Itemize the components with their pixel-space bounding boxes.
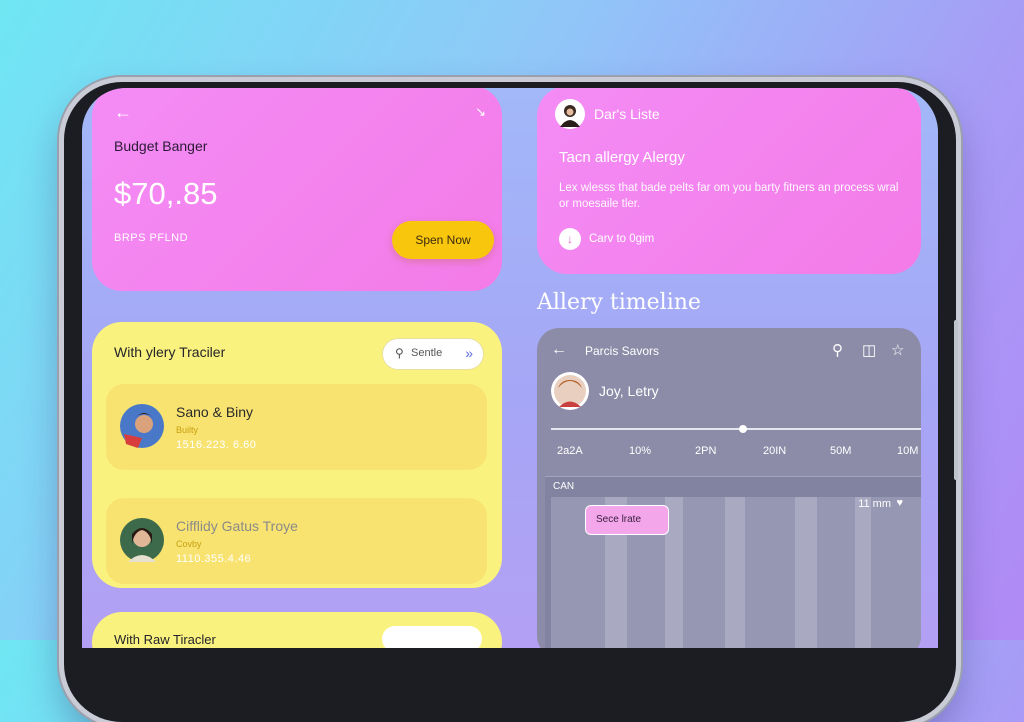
grid-label: CAN <box>553 481 575 492</box>
avatar <box>555 99 585 134</box>
allergy-card-name: Dar's Liste <box>594 106 660 122</box>
timeline-tick: 10% <box>629 445 652 457</box>
entry-name: Sano & Biny <box>176 404 254 420</box>
person-icon: ⚲ <box>395 346 404 360</box>
list-item[interactable]: Sano & Biny Builty 1516.223. 6.60 <box>106 384 487 470</box>
avatar <box>120 404 164 453</box>
chevron-right-icon: » <box>465 345 473 361</box>
download-icon[interactable]: ↓ <box>559 228 581 250</box>
entry-amount: 1110.355.4.46 <box>176 553 252 565</box>
timeline-panel: ← Parcis Savors ⚲ ◫ ☆ Joy, Letry 2a2A 10… <box>537 328 921 648</box>
settle-label: Sentle <box>411 347 443 359</box>
grid-unit: 11 mm <box>858 498 891 510</box>
book-icon[interactable]: ◫ <box>862 341 876 359</box>
timeline-tick: 10M <box>897 445 919 457</box>
timeline-slider-handle[interactable] <box>739 425 748 433</box>
timeline-tick: 50M <box>830 445 852 457</box>
timeline-track[interactable] <box>551 428 921 430</box>
budget-card: ← ↘ Budget Banger $70,.85 BRPS PFLND Spe… <box>92 88 502 291</box>
budget-title: Budget Banger <box>114 138 208 154</box>
budget-amount: $70,.85 <box>114 176 218 211</box>
tracker-card-2: With Raw Tiracler <box>92 612 502 648</box>
star-icon[interactable]: ☆ <box>891 341 904 359</box>
search-icon[interactable]: ⚲ <box>832 341 843 359</box>
event-bubble[interactable]: Sece lrate <box>585 505 669 535</box>
avatar <box>551 372 589 415</box>
bubble-label: Sece lrate <box>596 514 642 525</box>
tracker2-button[interactable] <box>382 626 482 648</box>
arrow-left-icon[interactable]: ← <box>114 102 132 123</box>
allergy-heading: Tacn allergy Alergy <box>559 149 685 166</box>
allergy-body: Lex wlesss that bade pelts far om you ba… <box>559 182 899 210</box>
chevron-down-icon[interactable]: ↘ <box>475 104 486 120</box>
grid-column <box>725 497 745 648</box>
allergy-link[interactable]: Carv to 0gim <box>589 233 654 245</box>
settle-button[interactable]: ⚲ Sentle » <box>382 338 484 370</box>
app-screen: ← ↘ Budget Banger $70,.85 BRPS PFLND Spe… <box>82 88 938 648</box>
spend-now-button[interactable]: Spen Now <box>392 221 494 259</box>
timeline-tick: 2PN <box>695 445 717 457</box>
timeline-user: Joy, Letry <box>599 383 659 399</box>
entry-name: Cifflidy Gatus Troye <box>176 518 298 534</box>
list-item[interactable]: Cifflidy Gatus Troye Covby 1110.355.4.46 <box>106 498 487 584</box>
entry-tag: Covby <box>176 539 202 549</box>
heart-icon[interactable]: ♥ <box>896 497 903 509</box>
timeline-tick: 2a2A <box>557 445 583 457</box>
entry-tag: Builty <box>176 425 199 435</box>
grid-column <box>855 497 871 648</box>
section-title: Allery timeline <box>537 290 701 315</box>
tracker-card: With ylery Traciler ⚲ Sentle » Sano & Bi… <box>92 322 502 588</box>
allergy-card: Dar's Liste Tacn allergy Alergy Lex wles… <box>537 88 921 274</box>
timeline-grid: CAN 11 mm ♥ Sece lrate <box>545 476 921 648</box>
timeline-tick: 20IN <box>763 445 787 457</box>
timeline-title: Parcis Savors <box>585 344 660 358</box>
arrow-left-icon[interactable]: ← <box>551 341 567 359</box>
avatar <box>120 518 164 567</box>
budget-subtitle: BRPS PFLND <box>114 232 189 244</box>
grid-column <box>795 497 817 648</box>
entry-amount: 1516.223. 6.60 <box>176 439 257 451</box>
tracker-title: With ylery Traciler <box>114 344 226 360</box>
side-button <box>954 320 958 480</box>
